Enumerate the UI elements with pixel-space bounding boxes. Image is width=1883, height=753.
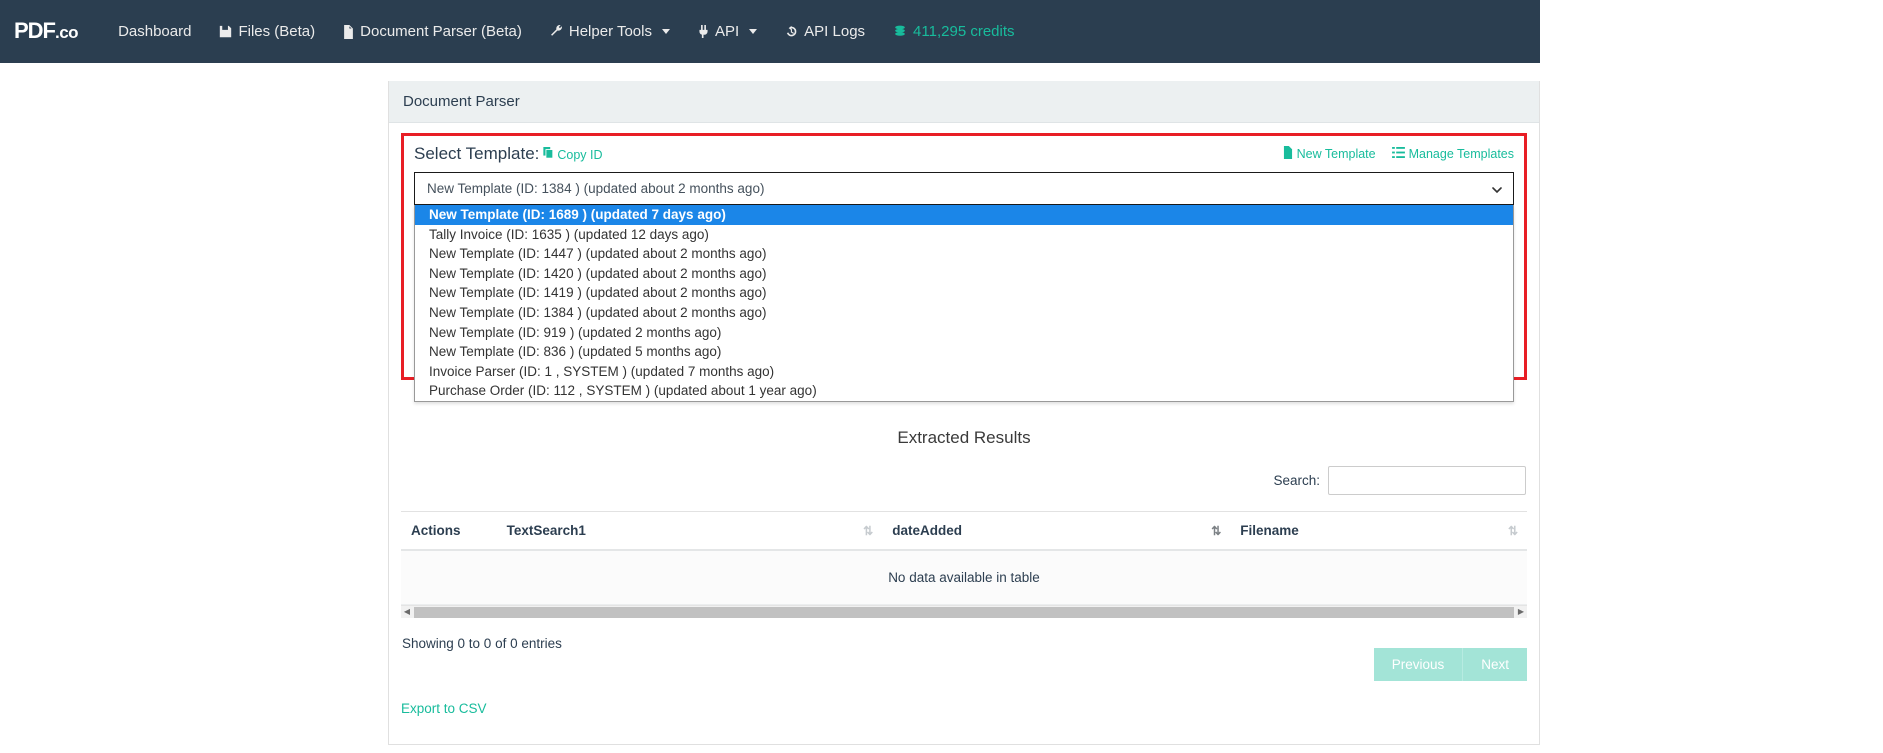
template-select-value: New Template (ID: 1384 ) (updated about …: [427, 181, 764, 196]
select-template-label-group: Select Template: Copy ID: [414, 144, 603, 164]
sort-icon: ⇅: [1508, 525, 1518, 537]
template-select-options-list[interactable]: New Template (ID: 1689 ) (updated 7 days…: [414, 205, 1514, 402]
nav-label-api-logs: API Logs: [804, 23, 865, 40]
table-row-empty: No data available in table: [401, 550, 1527, 605]
table-horizontal-scrollbar[interactable]: ◀ ▶: [401, 605, 1527, 618]
wrench-icon: [550, 25, 563, 38]
column-label-dateadded: dateAdded: [892, 523, 962, 538]
chevron-down-icon: [1492, 183, 1502, 193]
document-parser-card: Document Parser Select Template: Copy ID: [388, 81, 1540, 745]
template-option[interactable]: Tally Invoice (ID: 1635 ) (updated 12 da…: [415, 225, 1513, 245]
manage-templates-label: Manage Templates: [1409, 147, 1514, 161]
document-icon: [343, 25, 354, 39]
template-option[interactable]: New Template (ID: 1689 ) (updated 7 days…: [415, 205, 1513, 225]
scroll-left-arrow-icon[interactable]: ◀: [401, 608, 413, 616]
nav-label-files: Files (Beta): [238, 23, 315, 40]
brand-logo[interactable]: PDF.co: [14, 18, 78, 46]
template-option[interactable]: New Template (ID: 836 ) (updated 5 month…: [415, 342, 1513, 362]
nav-label-helper-tools: Helper Tools: [569, 23, 652, 40]
results-table-head: Actions TextSearch1 ⇅ dateAdded ⇅: [401, 512, 1527, 550]
template-option[interactable]: New Template (ID: 1419 ) (updated about …: [415, 283, 1513, 303]
table-footer: Showing 0 to 0 of 0 entries Previous Nex…: [401, 636, 1527, 681]
search-row: Search:: [401, 466, 1527, 495]
manage-templates-button[interactable]: Manage Templates: [1392, 147, 1514, 161]
column-header-dateadded[interactable]: dateAdded ⇅: [882, 512, 1230, 550]
nav-item-api-logs[interactable]: API Logs: [771, 0, 879, 63]
next-page-button[interactable]: Next: [1463, 648, 1527, 681]
template-option[interactable]: New Template (ID: 919 ) (updated 2 month…: [415, 323, 1513, 343]
page-title: Document Parser: [403, 93, 520, 110]
nav-label-api: API: [715, 23, 739, 40]
coins-icon: [893, 25, 907, 38]
column-header-actions[interactable]: Actions: [401, 512, 497, 550]
nav-item-helper-tools[interactable]: Helper Tools: [536, 0, 684, 63]
plug-icon: [698, 25, 709, 38]
top-navbar: PDF.co Dashboard Files (Beta) Document P…: [0, 0, 1540, 63]
scrollbar-thumb[interactable]: [414, 607, 1514, 618]
column-header-filename[interactable]: Filename ⇅: [1230, 512, 1527, 550]
template-actions: New Template Manage Templates: [1283, 146, 1514, 162]
column-label-filename: Filename: [1240, 523, 1299, 538]
history-icon: [785, 25, 798, 38]
column-label-textsearch1: TextSearch1: [507, 523, 586, 538]
nav-label-dashboard: Dashboard: [118, 23, 191, 40]
sort-icon-desc: ⇅: [1211, 525, 1221, 537]
template-header-row: Select Template: Copy ID: [414, 144, 1514, 164]
template-option[interactable]: New Template (ID: 1447 ) (updated about …: [415, 244, 1513, 264]
list-icon: [1392, 147, 1405, 161]
card-body: Select Template: Copy ID: [389, 123, 1539, 744]
template-option[interactable]: Invoice Parser (ID: 1 , SYSTEM ) (update…: [415, 362, 1513, 382]
template-option[interactable]: New Template (ID: 1384 ) (updated about …: [415, 303, 1513, 323]
template-option[interactable]: Purchase Order (ID: 112 , SYSTEM ) (upda…: [415, 381, 1513, 401]
previous-page-button[interactable]: Previous: [1374, 648, 1464, 681]
chevron-down-icon: [662, 29, 670, 34]
nav-item-document-parser[interactable]: Document Parser (Beta): [329, 0, 536, 63]
new-template-label: New Template: [1297, 147, 1376, 161]
scroll-right-arrow-icon[interactable]: ▶: [1515, 608, 1527, 616]
column-header-textsearch1[interactable]: TextSearch1 ⇅: [497, 512, 883, 550]
nav-item-api[interactable]: API: [684, 0, 771, 63]
save-icon: [219, 25, 232, 38]
pagination: Previous Next: [1374, 648, 1527, 681]
file-icon: [1283, 146, 1293, 162]
chevron-down-icon: [749, 29, 757, 34]
credits-balance[interactable]: 411,295 credits: [879, 0, 1028, 63]
select-template-label: Select Template:: [414, 144, 539, 164]
search-input[interactable]: [1328, 466, 1526, 495]
entries-info: Showing 0 to 0 of 0 entries: [401, 636, 562, 651]
results-table-body: No data available in table: [401, 550, 1527, 605]
nav-item-files[interactable]: Files (Beta): [205, 0, 329, 63]
search-label: Search:: [1273, 473, 1320, 488]
copy-id-button[interactable]: Copy ID: [543, 147, 602, 162]
copy-icon: [543, 147, 554, 162]
select-template-highlight-region: Select Template: Copy ID: [401, 133, 1527, 380]
table-header-row: Actions TextSearch1 ⇅ dateAdded ⇅: [401, 512, 1527, 550]
template-select[interactable]: New Template (ID: 1384 ) (updated about …: [414, 172, 1514, 205]
empty-message: No data available in table: [401, 550, 1527, 605]
results-table-wrapper: Actions TextSearch1 ⇅ dateAdded ⇅: [401, 511, 1527, 618]
template-select-wrapper: New Template (ID: 1384 ) (updated about …: [414, 172, 1514, 402]
extracted-results-title: Extracted Results: [401, 428, 1527, 448]
credits-label: 411,295 credits: [913, 23, 1014, 40]
nav-label-document-parser: Document Parser (Beta): [360, 23, 522, 40]
card-header: Document Parser: [389, 81, 1539, 123]
new-template-button[interactable]: New Template: [1283, 146, 1376, 162]
results-table: Actions TextSearch1 ⇅ dateAdded ⇅: [401, 512, 1527, 605]
copy-id-label: Copy ID: [557, 148, 602, 162]
sort-icon: ⇅: [863, 525, 873, 537]
export-to-csv-link[interactable]: Export to CSV: [401, 701, 487, 716]
nav-item-dashboard[interactable]: Dashboard: [104, 0, 205, 63]
template-option[interactable]: New Template (ID: 1420 ) (updated about …: [415, 264, 1513, 284]
column-label-actions: Actions: [411, 523, 461, 538]
brand-logo-text: PDF.co: [14, 20, 78, 43]
